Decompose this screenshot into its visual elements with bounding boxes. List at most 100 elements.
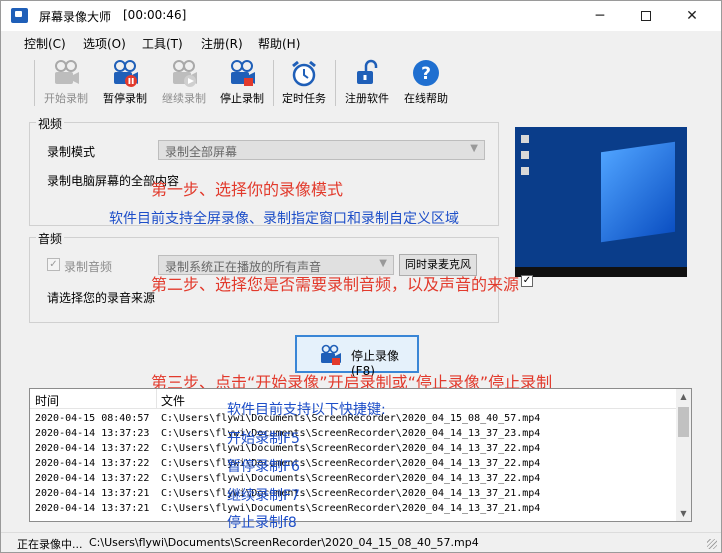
desktop-icon xyxy=(521,151,529,159)
pause-record-label: 暂停录制 xyxy=(103,92,147,105)
log-scrollbar[interactable]: ▲ ▼ xyxy=(676,389,691,521)
online-help-button[interactable]: ? 在线帮助 xyxy=(398,58,454,112)
shortcut-start: 开始录制F5 xyxy=(227,431,300,447)
minimize-icon: ─ xyxy=(595,8,605,24)
log-file: C:\Users\flywi\Documents\ScreenRecorder\… xyxy=(161,488,541,499)
menu-bar: 控制(C) 选项(O) 工具(T) 注册(R) 帮助(H) xyxy=(1,31,721,53)
video-group-title: 视频 xyxy=(36,115,65,132)
title-bar: 屏幕录像大师 [00:00:46] ─ ✕ xyxy=(1,1,721,31)
log-file: C:\Users\flywi\Documents\ScreenRecorder\… xyxy=(161,428,541,439)
chevron-down-icon: ▼ xyxy=(470,143,478,154)
toolbar-separator xyxy=(273,60,274,106)
log-file: C:\Users\flywi\Documents\ScreenRecorder\… xyxy=(161,443,541,454)
camera-pause-icon xyxy=(114,60,138,87)
log-time: 2020-04-14 13:37:22 xyxy=(35,458,150,469)
maximize-icon xyxy=(641,11,651,21)
start-record-label: 开始录制 xyxy=(44,92,88,105)
record-mode-label: 录制模式 xyxy=(47,145,96,159)
stop-record-button[interactable]: 停止录制 xyxy=(214,58,270,112)
resize-grip-icon[interactable] xyxy=(707,539,717,549)
table-row[interactable]: 2020-04-14 13:37:22 C:\Users\flywi\Docume… xyxy=(30,457,677,472)
table-row[interactable]: 2020-04-14 13:37:21 C:\Users\flywi\Docume… xyxy=(30,502,677,517)
log-file: C:\Users\flywi\Documents\ScreenRecorder\… xyxy=(161,503,541,514)
preview-checkbox[interactable]: ✓ xyxy=(521,275,533,287)
status-bar: 正在录像中... C:\Users\flywi\Documents\Screen… xyxy=(1,532,721,552)
log-time: 2020-04-14 13:37:21 xyxy=(35,503,150,514)
close-button[interactable]: ✕ xyxy=(669,1,715,31)
shortcut-pause: 暂停录制F6 xyxy=(227,459,300,475)
table-row[interactable]: 2020-04-14 13:37:23 C:\Users\flywi\Docume… xyxy=(30,427,677,442)
menu-help[interactable]: 帮助(H) xyxy=(258,35,300,52)
step2-note: 第二步、选择您是否需要录制音频，以及声音的来源 xyxy=(151,275,520,294)
chevron-down-icon: ▼ xyxy=(379,258,387,269)
shortcut-stop: 停止录制f8 xyxy=(227,515,297,531)
stop-record-label: 停止录制 xyxy=(220,92,264,105)
pause-record-button[interactable]: 暂停录制 xyxy=(97,58,153,112)
step1-info: 软件目前支持全屏录像、录制指定窗口和录制自定义区域 xyxy=(109,211,459,227)
table-row[interactable]: 2020-04-14 13:37:22 C:\Users\flywi\Docume… xyxy=(30,472,677,487)
start-record-button[interactable]: 开始录制 xyxy=(38,58,94,112)
desktop-icon xyxy=(521,135,529,143)
window-title: 屏幕录像大师 xyxy=(39,10,112,24)
scrollbar-thumb[interactable] xyxy=(678,407,689,437)
record-mode-value: 录制全部屏幕 xyxy=(165,145,238,159)
camera-stop-icon xyxy=(231,60,255,86)
shortcut-resume: 继续录制F7 xyxy=(227,488,300,504)
table-row[interactable]: 2020-04-14 13:37:22 C:\Users\flywi\Docume… xyxy=(30,442,677,457)
log-time: 2020-04-15 08:40:57 xyxy=(35,413,150,424)
schedule-task-button[interactable]: 定时任务 xyxy=(277,58,331,112)
register-software-button[interactable]: 注册软件 xyxy=(339,58,395,112)
column-divider[interactable] xyxy=(156,389,157,409)
log-time: 2020-04-14 13:37:23 xyxy=(35,428,150,439)
alarm-clock-icon xyxy=(292,60,316,87)
scroll-up-icon[interactable]: ▲ xyxy=(676,389,691,404)
maximize-button[interactable] xyxy=(623,1,669,31)
menu-register[interactable]: 注册(R) xyxy=(201,35,243,52)
step1-note: 第一步、选择你的录像模式 xyxy=(151,180,344,199)
menu-tools[interactable]: 工具(T) xyxy=(142,35,183,52)
log-time: 2020-04-14 13:37:22 xyxy=(35,473,150,484)
resume-record-button[interactable]: 继续录制 xyxy=(156,58,212,112)
menu-control[interactable]: 控制(C) xyxy=(24,35,66,52)
status-state: 正在录像中... xyxy=(17,538,83,551)
help-icon: ? xyxy=(413,60,439,86)
table-row[interactable]: 2020-04-14 13:37:21 C:\Users\flywi\Docume… xyxy=(30,487,677,502)
log-time: 2020-04-14 13:37:22 xyxy=(35,443,150,454)
scroll-down-icon[interactable]: ▼ xyxy=(676,506,691,521)
stop-recording-main-button[interactable]: 停止录像(F8) xyxy=(295,335,419,378)
toolbar-separator xyxy=(335,60,336,106)
log-column-file[interactable]: 文件 xyxy=(161,392,185,409)
schedule-task-label: 定时任务 xyxy=(282,92,326,105)
desktop-icon xyxy=(521,167,529,175)
log-column-time[interactable]: 时间 xyxy=(35,392,59,409)
log-file: C:\Users\flywi\Documents\ScreenRecorder\… xyxy=(161,473,541,484)
record-audio-checkbox[interactable]: ✓ xyxy=(47,258,60,271)
online-help-label: 在线帮助 xyxy=(404,92,448,105)
camera-start-icon xyxy=(55,60,79,84)
log-file: C:\Users\flywi\Documents\ScreenRecorder\… xyxy=(161,458,541,469)
status-file-path: C:\Users\flywi\Documents\ScreenRecorder\… xyxy=(89,536,479,549)
app-window: 屏幕录像大师 [00:00:46] ─ ✕ 控制(C) 选项(O) 工具(T) … xyxy=(0,0,722,553)
toolbar-separator xyxy=(34,60,35,106)
close-icon: ✕ xyxy=(686,8,698,24)
register-software-label: 注册软件 xyxy=(345,92,389,105)
screen-preview xyxy=(515,127,687,277)
recording-timer: [00:00:46] xyxy=(123,8,187,22)
log-time: 2020-04-14 13:37:21 xyxy=(35,488,150,499)
menu-options[interactable]: 选项(O) xyxy=(83,35,126,52)
minimize-button[interactable]: ─ xyxy=(577,1,623,31)
record-mode-select[interactable]: 录制全部屏幕 ▼ xyxy=(158,140,485,160)
preview-taskbar xyxy=(515,267,687,277)
shortcut-title: 软件目前支持以下快捷键: xyxy=(227,402,386,418)
resume-record-label: 继续录制 xyxy=(162,92,206,105)
unlock-icon xyxy=(357,59,378,84)
camera-resume-icon xyxy=(173,60,197,87)
audio-group-title: 音频 xyxy=(36,230,65,247)
audio-source-hint: 请选择您的录音来源 xyxy=(47,291,156,305)
desktop-wallpaper xyxy=(601,141,675,243)
svg-text:?: ? xyxy=(421,64,431,84)
camera-stop-icon xyxy=(321,344,341,365)
record-audio-label: 录制音频 xyxy=(64,260,113,274)
toolbar: 开始录制 暂停录制 继续录制 停止录制 定时任务 注册软件 ? 在线帮助 xyxy=(1,54,721,112)
app-logo-icon xyxy=(11,8,28,23)
